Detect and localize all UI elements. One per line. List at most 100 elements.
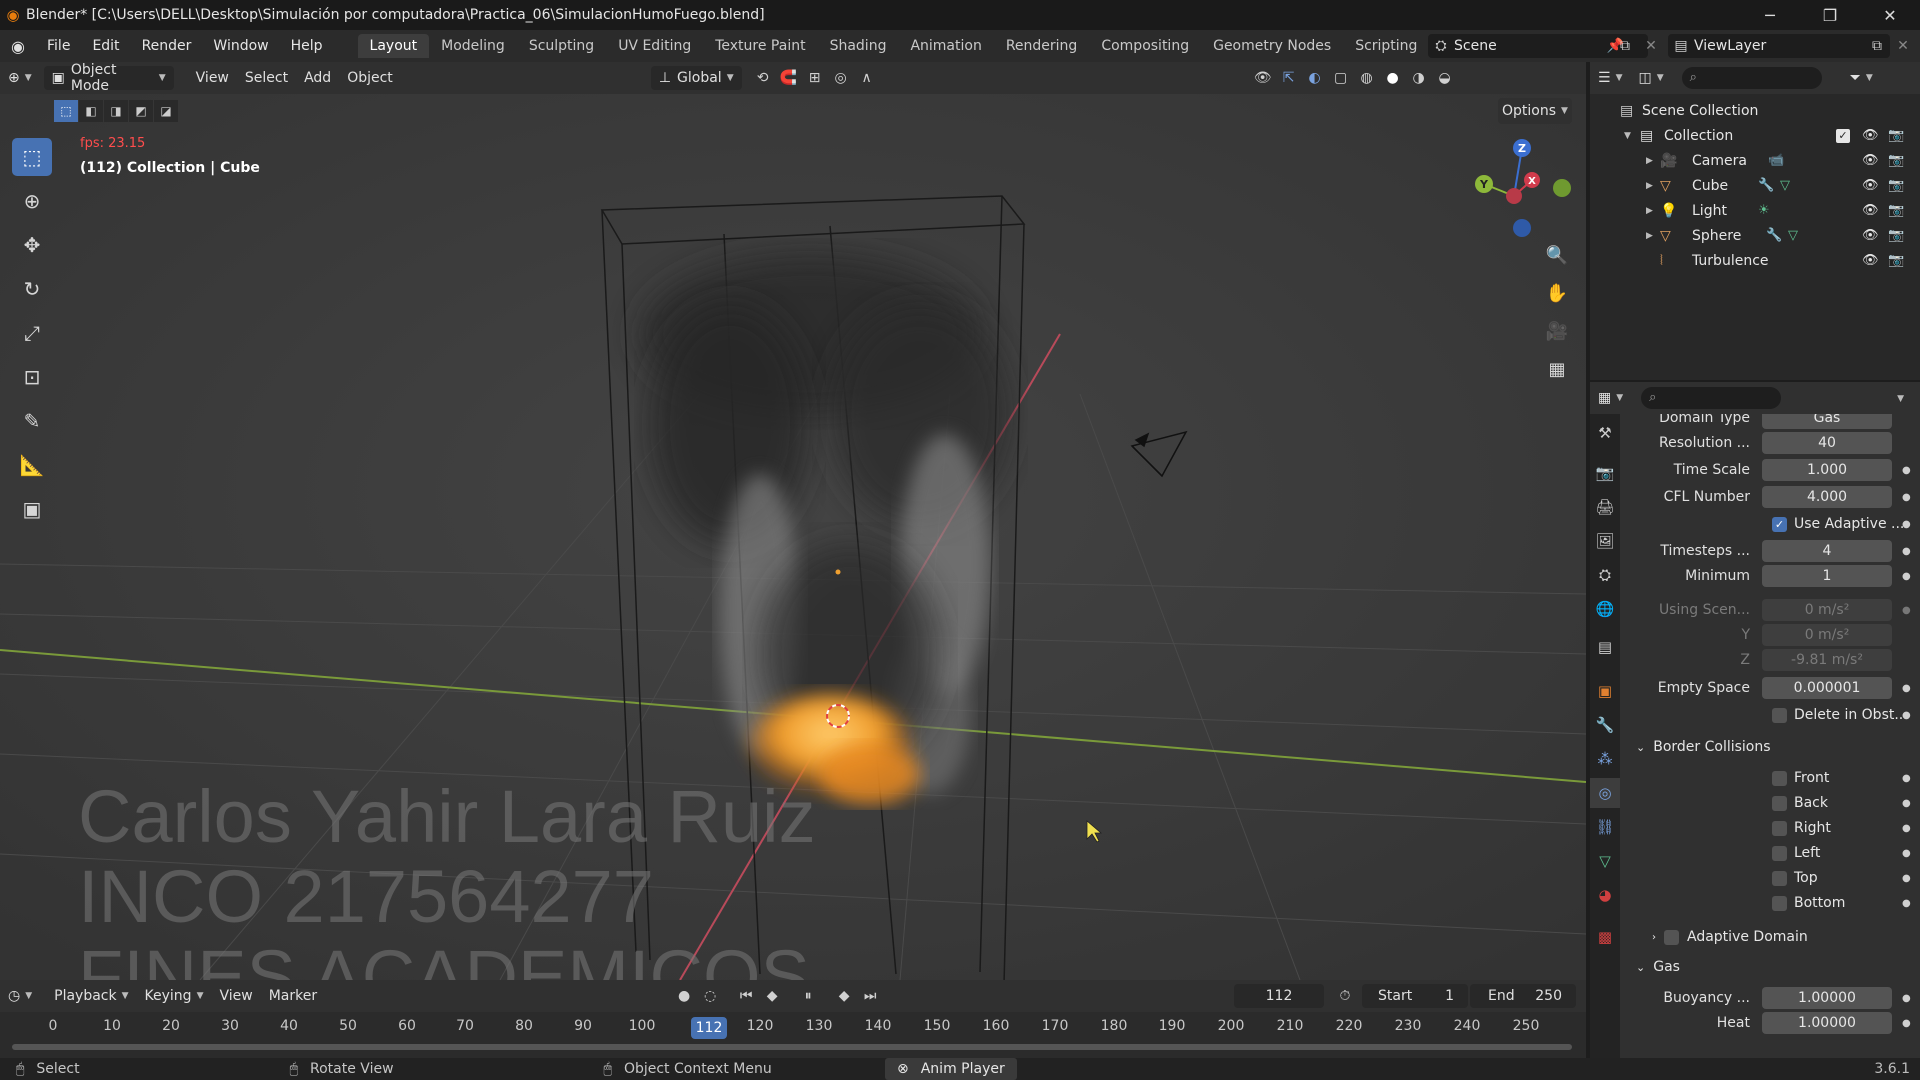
mesh-data-icon[interactable]: ▽: [1788, 228, 1798, 243]
overlays-icon[interactable]: ◐: [1302, 67, 1328, 89]
keyframe-dot-icon[interactable]: ●: [1902, 773, 1911, 784]
cursor-tool-icon[interactable]: ⊕: [12, 182, 52, 220]
jump-start-icon[interactable]: ⏮: [733, 985, 759, 1007]
world-tab-icon[interactable]: 🌐: [1590, 594, 1620, 624]
expand-icon[interactable]: ▶: [1646, 231, 1653, 241]
timesteps-max-field[interactable]: 4: [1762, 540, 1892, 562]
tab-rendering[interactable]: Rendering: [994, 34, 1090, 58]
outliner-search-input[interactable]: ⌕: [1681, 67, 1822, 89]
outliner-item-sphere[interactable]: ▶ ▽ Sphere 🔧 ▽ 👁 📷: [1590, 223, 1920, 248]
expand-collection-icon[interactable]: ▼: [1624, 131, 1631, 141]
modifier-tab-icon[interactable]: 🔧: [1590, 710, 1620, 740]
physics-tab-icon[interactable]: ◎: [1590, 778, 1620, 808]
select-box-tool-icon[interactable]: ⬚: [12, 138, 52, 176]
tab-scripting[interactable]: Scripting: [1343, 34, 1429, 58]
data-tab-icon[interactable]: ▽: [1590, 846, 1620, 876]
adaptive-timesteps-checkbox[interactable]: ✓: [1772, 516, 1787, 532]
tool-tab-icon[interactable]: ⚒: [1590, 418, 1620, 448]
record-icon[interactable]: ●: [671, 985, 697, 1007]
proportional-edit-icon[interactable]: ◎: [828, 67, 854, 89]
view-layer-selector[interactable]: ▤ ViewLayer: [1668, 34, 1890, 58]
view-layer-tab-icon[interactable]: 🖼: [1590, 526, 1620, 556]
transform-orientation-selector[interactable]: ⊥ Global ▼: [650, 66, 742, 90]
keyframe-dot-icon[interactable]: ●: [1902, 993, 1911, 1004]
keyframe-dot-icon[interactable]: ●: [1902, 710, 1911, 721]
border-left-checkbox[interactable]: [1772, 845, 1787, 861]
buoyancy-field[interactable]: 1.00000: [1762, 987, 1892, 1009]
heat-field[interactable]: 1.00000: [1762, 1012, 1892, 1034]
minimize-button[interactable]: ─: [1740, 0, 1800, 30]
start-frame-field[interactable]: Start 1: [1362, 984, 1468, 1008]
border-back-checkbox[interactable]: [1772, 795, 1787, 811]
cfl-field[interactable]: 4.000: [1762, 486, 1892, 508]
render-camera-icon[interactable]: 📷: [1888, 203, 1904, 218]
tab-layout[interactable]: Layout: [357, 34, 430, 58]
keyframe-dot-icon[interactable]: ●: [1902, 683, 1911, 694]
delete-view-layer-icon[interactable]: ✕: [1890, 35, 1916, 57]
visibility-eye-icon[interactable]: 👁: [1862, 203, 1879, 218]
properties-search-input[interactable]: ⌕: [1641, 387, 1782, 409]
auto-key-icon[interactable]: ◌: [697, 985, 723, 1007]
prev-keyframe-icon[interactable]: ◆: [759, 985, 785, 1007]
keyframe-dot-icon[interactable]: ●: [1902, 546, 1911, 557]
delete-obstacle-checkbox[interactable]: [1772, 707, 1787, 723]
menu-help[interactable]: Help: [280, 38, 334, 54]
keyframe-dot-icon[interactable]: ●: [1902, 492, 1911, 503]
properties-editor-type-button[interactable]: ▦ ▼: [1590, 386, 1631, 410]
material-shading-icon[interactable]: ◑: [1406, 67, 1432, 89]
material-tab-icon[interactable]: ◕: [1590, 880, 1620, 910]
timesteps-min-field[interactable]: 1: [1762, 565, 1892, 587]
menu-render[interactable]: Render: [131, 38, 203, 54]
rendered-shading-icon[interactable]: ◒: [1432, 67, 1458, 89]
collection-tab-icon[interactable]: ▤: [1590, 632, 1620, 662]
new-view-layer-icon[interactable]: ⧉: [1864, 35, 1890, 57]
menu-keying[interactable]: Keying ▼: [137, 984, 212, 1008]
zoom-icon[interactable]: 🔍: [1542, 240, 1572, 270]
mesh-data-icon[interactable]: ▽: [1780, 178, 1790, 193]
filter-button[interactable]: ⏷ ▼: [1842, 66, 1881, 90]
mode-selector[interactable]: ▣ Object Mode ▼: [43, 62, 174, 94]
tab-geometry-nodes[interactable]: Geometry Nodes: [1201, 34, 1343, 58]
light-data-icon[interactable]: ☀: [1758, 203, 1770, 218]
current-frame-field[interactable]: 112: [1234, 984, 1324, 1008]
outliner-item-light[interactable]: ▶ 💡 Light ☀ 👁 📷: [1590, 198, 1920, 223]
menu-timeline-view[interactable]: View: [211, 984, 260, 1008]
3d-viewport[interactable]: Z Y X fps: 23.15 (112) Collection | Cube…: [0, 94, 1586, 980]
adaptive-domain-checkbox[interactable]: [1664, 929, 1679, 945]
keyframe-dot-icon[interactable]: ●: [1902, 465, 1911, 476]
outliner-editor-type-button[interactable]: ☰ ▼: [1590, 66, 1630, 90]
measure-tool-icon[interactable]: 📐: [12, 446, 52, 484]
next-keyframe-icon[interactable]: ◆: [831, 985, 857, 1007]
select-extend-icon[interactable]: ◧: [79, 100, 103, 122]
border-top-checkbox[interactable]: [1772, 870, 1787, 886]
texture-tab-icon[interactable]: ▩: [1590, 922, 1620, 952]
display-mode-button[interactable]: ◫ ▼: [1630, 66, 1671, 90]
menu-edit[interactable]: Edit: [81, 38, 130, 54]
falloff-icon[interactable]: ∧: [854, 67, 880, 89]
scene-tab-icon[interactable]: ⛭: [1590, 560, 1620, 590]
delete-scene-icon[interactable]: ✕: [1638, 35, 1664, 57]
modifier-wrench-icon[interactable]: 🔧: [1758, 178, 1774, 193]
gizmo-icon[interactable]: ⇱: [1276, 67, 1302, 89]
camera-data-icon[interactable]: 📹: [1768, 153, 1784, 168]
menu-window[interactable]: Window: [202, 38, 279, 54]
wireframe-shading-icon[interactable]: ◍: [1354, 67, 1380, 89]
new-scene-icon[interactable]: ⧉: [1612, 35, 1638, 57]
keyframe-dot-icon[interactable]: ●: [1902, 571, 1911, 582]
timeline-editor-type-button[interactable]: ◷ ▼: [0, 984, 40, 1008]
restore-button[interactable]: ❐: [1800, 0, 1860, 30]
visibility-eye-icon[interactable]: 👁: [1862, 228, 1879, 243]
outliner-item-cube[interactable]: ▶ ▽ Cube 🔧 ▽ 👁 📷: [1590, 173, 1920, 198]
menu-add[interactable]: Add: [296, 66, 339, 90]
select-subtract-icon[interactable]: ◨: [104, 100, 128, 122]
keyframe-dot-icon[interactable]: ●: [1902, 898, 1911, 909]
expand-icon[interactable]: ▶: [1646, 156, 1653, 166]
empty-space-field[interactable]: 0.000001: [1762, 677, 1892, 699]
tab-compositing[interactable]: Compositing: [1089, 34, 1201, 58]
domain-type-select[interactable]: Gas: [1762, 414, 1892, 429]
timeline-scrollbar[interactable]: [12, 1044, 1572, 1050]
tab-uv-editing[interactable]: UV Editing: [606, 34, 703, 58]
tab-shading[interactable]: Shading: [818, 34, 899, 58]
select-invert-icon[interactable]: ◩: [129, 100, 153, 122]
scale-tool-icon[interactable]: ⤢: [12, 314, 52, 352]
